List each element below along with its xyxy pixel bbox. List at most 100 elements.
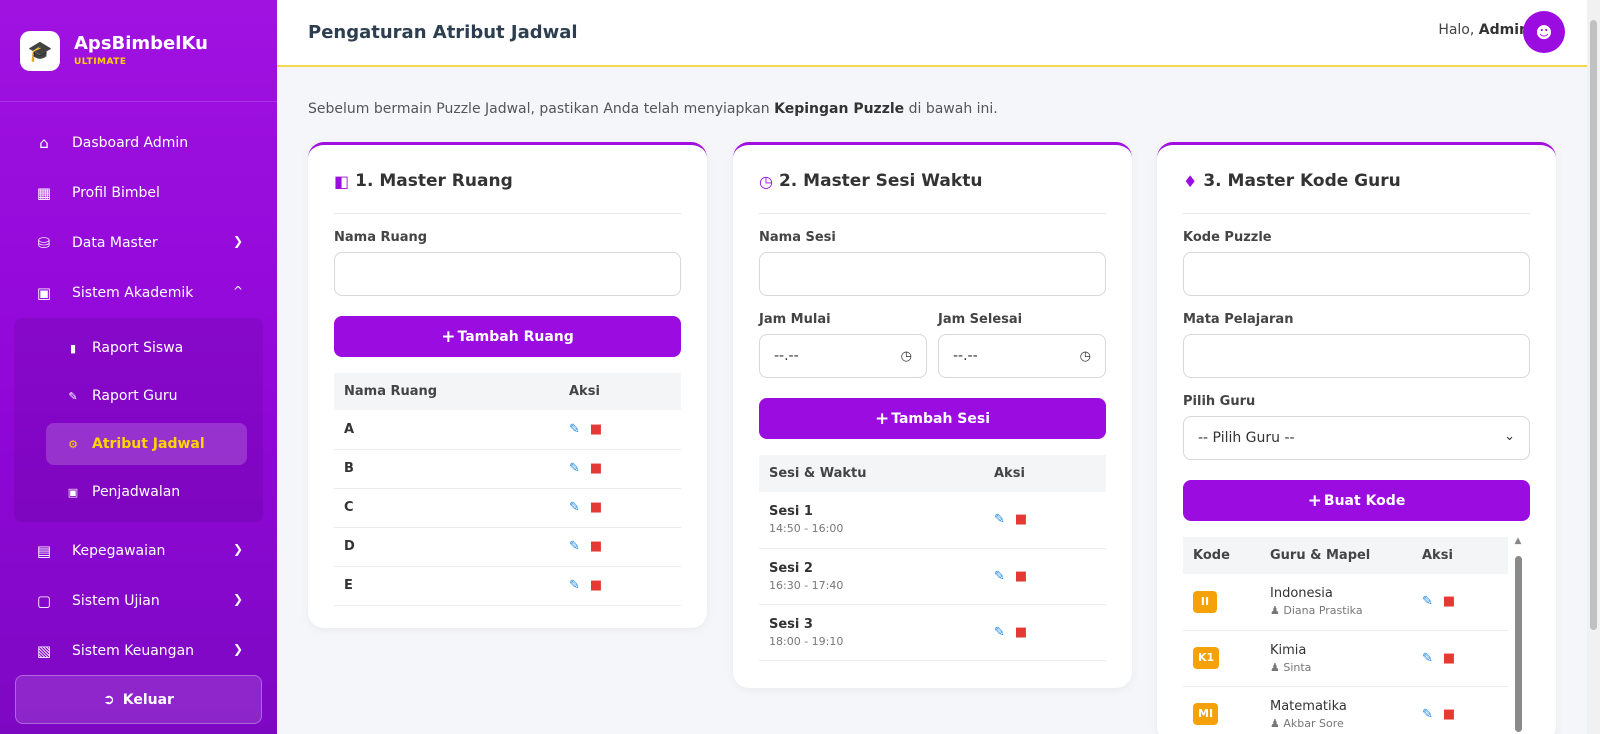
button-label: Tambah Ruang [457, 328, 574, 345]
sidebar-item-label: Dasboard Admin [72, 135, 189, 151]
trash-icon[interactable]: ■ [590, 578, 602, 593]
column-header: Aksi [1412, 537, 1508, 574]
scrollbar-thumb[interactable] [1515, 556, 1522, 732]
user-icon: ♟ [1270, 716, 1284, 730]
edit-icon[interactable]: ✎ [1422, 707, 1433, 722]
field-label: Nama Ruang [334, 230, 428, 245]
topbar: Pengaturan Atribut Jadwal Halo, Admin ☻ [277, 0, 1587, 67]
logout-button[interactable]: ➲ Keluar [15, 675, 262, 724]
sidebar-item-penjadwalan[interactable]: ▣ Penjadwalan [14, 468, 263, 516]
sidebar-item-atribut-jadwal[interactable]: ⚙ Atribut Jadwal [46, 423, 247, 465]
trash-icon[interactable]: ■ [1443, 651, 1455, 666]
plus-icon: + [1307, 490, 1322, 511]
sidebar-item-ujian[interactable]: ▢ Sistem Ujian ❯ [0, 576, 277, 626]
master-ruang-card: ◧ 1. Master Ruang Nama Ruang + Tambah Ru… [308, 142, 707, 628]
teacher-name: Sinta [1283, 660, 1312, 674]
sidebar-item-data-master[interactable]: ⛁ Data Master ❯ [0, 218, 277, 268]
sidebar-item-kepegawaian[interactable]: ▤ Kepegawaian ❯ [0, 526, 277, 576]
chevron-down-icon: ⌄ [1504, 429, 1515, 444]
building-icon: ▦ [36, 184, 52, 202]
clock-icon[interactable]: ◷ [901, 349, 912, 364]
page-title: Pengaturan Atribut Jadwal [308, 22, 578, 43]
table-row: Sesi 2 16:30 - 17:40 ✎ ■ [759, 548, 1106, 605]
chevron-down-icon: ❯ [232, 642, 243, 656]
wallet-icon: ▧ [36, 642, 52, 660]
pilih-guru-select[interactable]: -- Pilih Guru -- ⌄ [1183, 416, 1530, 460]
card-title: ◧ 1. Master Ruang [334, 145, 681, 214]
sesi-time: 16:30 - 17:40 [769, 578, 844, 592]
edit-icon[interactable]: ✎ [994, 625, 1005, 640]
column-header: Sesi & Waktu [759, 455, 984, 492]
page-scrollbar[interactable] [1587, 0, 1600, 734]
mapel-name: Indonesia [1270, 586, 1333, 602]
table-row: A ✎ ■ [334, 410, 681, 450]
jam-selesai-input[interactable]: --.-- ◷ [938, 334, 1106, 378]
file-edit-icon: ✎ [68, 389, 78, 403]
graduation-cap-icon: 🎓 [20, 30, 60, 71]
jam-mulai-input[interactable]: --.-- ◷ [759, 334, 927, 378]
edit-icon[interactable]: ✎ [1422, 651, 1433, 666]
edit-icon[interactable]: ✎ [994, 569, 1005, 584]
sidebar-item-label: Kepegawaian [72, 543, 166, 559]
nama-ruang-input[interactable] [334, 252, 681, 296]
ruang-name: C [334, 488, 559, 528]
greeting: Halo, Admin [1438, 22, 1529, 38]
time-placeholder: --.-- [953, 348, 978, 364]
user-cog-icon[interactable]: ☻ [1523, 11, 1565, 53]
sidebar-item-label: Raport Guru [92, 388, 178, 404]
mata-pelajaran-input[interactable] [1183, 334, 1530, 378]
sidebar-item-label: Sistem Akademik [72, 285, 194, 301]
sidebar-item-akademik[interactable]: ▣ Sistem Akademik ^ [0, 268, 277, 318]
edit-icon[interactable]: ✎ [569, 539, 580, 554]
edit-icon[interactable]: ✎ [569, 578, 580, 593]
table-row: C ✎ ■ [334, 488, 681, 528]
table-row: MI Matematika ♟ Akbar Sore ✎ ■ [1183, 686, 1508, 734]
trash-icon[interactable]: ■ [1015, 512, 1027, 527]
kode-puzzle-input[interactable] [1183, 252, 1530, 296]
trash-icon[interactable]: ■ [1015, 625, 1027, 640]
nama-sesi-input[interactable] [759, 252, 1106, 296]
calendar-icon: ▣ [36, 284, 52, 302]
trash-icon[interactable]: ■ [1443, 594, 1455, 609]
sidebar-item-keuangan[interactable]: ▧ Sistem Keuangan ❯ [0, 626, 277, 676]
table-scrollbar[interactable]: ▲ [1513, 536, 1523, 734]
database-icon: ⛁ [37, 234, 51, 252]
trash-icon[interactable]: ■ [590, 422, 602, 437]
buat-kode-button[interactable]: + Buat Kode [1183, 480, 1530, 521]
card-title-text: 2. Master Sesi Waktu [778, 171, 983, 191]
field-label: Mata Pelajaran [1183, 312, 1294, 327]
sidebar-item-profil[interactable]: ▦ Profil Bimbel [0, 168, 277, 218]
clock-icon[interactable]: ◷ [1080, 349, 1091, 364]
tambah-sesi-button[interactable]: + Tambah Sesi [759, 398, 1106, 439]
kode-badge: II [1193, 590, 1217, 613]
plus-icon: + [874, 408, 890, 429]
edit-icon[interactable]: ✎ [569, 461, 580, 476]
user-icon: ♟ [1270, 660, 1284, 674]
trash-icon[interactable]: ■ [1443, 707, 1455, 722]
card-title: ♦ 3. Master Kode Guru [1183, 145, 1530, 214]
card-title-text: 1. Master Ruang [355, 171, 513, 191]
trash-icon[interactable]: ■ [590, 500, 602, 515]
sidebar-item-dashboard[interactable]: ⌂ Dasboard Admin [0, 118, 277, 168]
trash-icon[interactable]: ■ [590, 539, 602, 554]
tambah-ruang-button[interactable]: + Tambah Ruang [334, 316, 681, 357]
logout-label: Keluar [122, 691, 174, 708]
edit-icon[interactable]: ✎ [569, 500, 580, 515]
edit-icon[interactable]: ✎ [569, 422, 580, 437]
edit-icon[interactable]: ✎ [994, 512, 1005, 527]
trash-icon[interactable]: ■ [1015, 569, 1027, 584]
field-label: Jam Selesai [938, 312, 1023, 327]
gears-icon: ⚙ [68, 437, 78, 451]
sidebar-item-raport-siswa[interactable]: ▮ Raport Siswa [14, 324, 263, 372]
calendar-day-icon: ▣ [67, 485, 79, 499]
home-icon: ⌂ [39, 134, 49, 152]
sidebar-item-raport-guru[interactable]: ✎ Raport Guru [14, 372, 263, 420]
field-label: Nama Sesi [759, 230, 836, 245]
edit-icon[interactable]: ✎ [1422, 594, 1433, 609]
trash-icon[interactable]: ■ [590, 461, 602, 476]
button-label: Buat Kode [1323, 492, 1406, 509]
scroll-up-icon[interactable]: ▲ [1513, 536, 1523, 546]
master-sesi-card: ◷ 2. Master Sesi Waktu Nama Sesi Jam Mul… [733, 142, 1132, 688]
column-header: Aksi [984, 455, 1106, 492]
tags-icon: ♦ [1183, 171, 1198, 191]
